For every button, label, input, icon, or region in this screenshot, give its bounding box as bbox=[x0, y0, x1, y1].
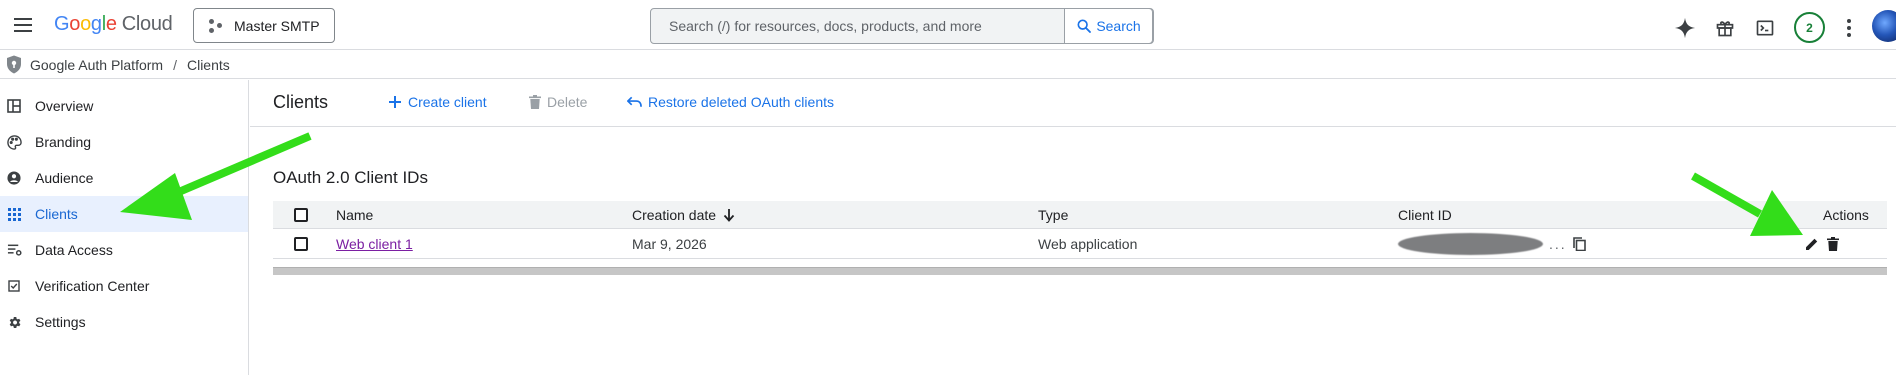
breadcrumb: Google Auth Platform / Clients bbox=[0, 51, 1896, 79]
logo-letter: G bbox=[54, 13, 70, 35]
table-header: Name Creation date Type Client ID Action… bbox=[273, 201, 1887, 229]
shield-icon bbox=[7, 55, 21, 74]
logo-cloud-text: Cloud bbox=[121, 13, 173, 35]
delete-button[interactable]: Delete bbox=[529, 94, 587, 110]
copy-icon[interactable] bbox=[1572, 236, 1586, 251]
page-title: Clients bbox=[273, 92, 329, 112]
person-icon bbox=[6, 170, 22, 186]
avatar[interactable] bbox=[1872, 10, 1896, 42]
notifications-badge[interactable]: 2 bbox=[1794, 12, 1825, 43]
apps-icon bbox=[6, 206, 22, 222]
column-header-actions: Actions bbox=[1823, 206, 1869, 223]
palette-icon bbox=[6, 134, 22, 150]
table-row: Web client 1 Mar 9, 2026 Web application… bbox=[273, 229, 1887, 259]
breadcrumb-separator: / bbox=[173, 56, 177, 73]
top-bar: GoogleCloud Master SMTP Search 2 bbox=[0, 0, 1896, 50]
breadcrumb-root[interactable]: Google Auth Platform bbox=[30, 57, 163, 73]
logo-letter: e bbox=[105, 13, 117, 35]
section-title: OAuth 2.0 Client IDs bbox=[273, 168, 428, 187]
logo-letter: o bbox=[69, 13, 81, 35]
data-access-icon bbox=[6, 242, 22, 258]
row-checkbox[interactable] bbox=[294, 236, 308, 251]
trash-icon[interactable] bbox=[1827, 236, 1839, 251]
sidebar-item-label: Verification Center bbox=[35, 278, 150, 294]
sidebar-item-branding[interactable]: Branding bbox=[0, 124, 248, 160]
client-name-cell: Web client 1 bbox=[336, 229, 413, 258]
row-select-cell bbox=[294, 229, 308, 258]
search-button-label: Search bbox=[1096, 18, 1141, 34]
logo-letter: o bbox=[80, 13, 91, 35]
sidebar: Overview Branding Audience Clients Data … bbox=[0, 80, 249, 375]
search-icon bbox=[1077, 19, 1092, 33]
clients-table: Name Creation date Type Client ID Action… bbox=[273, 201, 1887, 259]
gear-icon bbox=[6, 314, 22, 330]
client-id-cell: ... bbox=[1398, 229, 1586, 258]
horizontal-scrollbar[interactable] bbox=[273, 267, 1887, 275]
restore-deleted-clients-button[interactable]: Restore deleted OAuth clients bbox=[627, 94, 834, 110]
creation-date-cell: Mar 9, 2026 bbox=[632, 235, 707, 252]
gemini-sparkle-icon[interactable] bbox=[1672, 15, 1698, 41]
sidebar-item-label: Audience bbox=[35, 170, 94, 186]
undo-icon bbox=[627, 96, 642, 107]
column-header-label: Creation date bbox=[632, 206, 717, 223]
sidebar-item-verification-center[interactable]: Verification Center bbox=[0, 268, 248, 304]
project-name: Master SMTP bbox=[234, 17, 320, 34]
sidebar-item-overview[interactable]: Overview bbox=[0, 88, 248, 124]
arrow-down-icon bbox=[723, 208, 735, 222]
project-picker-button[interactable]: Master SMTP bbox=[193, 8, 335, 43]
verified-icon bbox=[6, 278, 22, 294]
edit-icon[interactable] bbox=[1805, 237, 1819, 251]
gift-icon[interactable] bbox=[1712, 15, 1738, 41]
cloud-shell-icon[interactable] bbox=[1752, 15, 1778, 41]
column-header-type[interactable]: Type bbox=[1038, 201, 1068, 228]
sidebar-item-settings[interactable]: Settings bbox=[0, 304, 248, 340]
redacted-client-id bbox=[1398, 232, 1543, 255]
restore-label: Restore deleted OAuth clients bbox=[648, 94, 834, 110]
column-header-creation-date[interactable]: Creation date bbox=[632, 201, 735, 228]
select-all-cell bbox=[294, 201, 308, 228]
sidebar-item-audience[interactable]: Audience bbox=[0, 160, 248, 196]
sidebar-item-label: Overview bbox=[35, 98, 94, 114]
main-content: Clients Create client Delete Restore del… bbox=[250, 80, 1896, 375]
select-all-checkbox[interactable] bbox=[294, 207, 308, 222]
client-name-link[interactable]: Web client 1 bbox=[336, 236, 413, 252]
create-client-button[interactable]: Create client bbox=[388, 94, 487, 110]
menu-icon[interactable] bbox=[8, 10, 38, 40]
sidebar-item-label: Branding bbox=[35, 134, 92, 150]
column-header-name[interactable]: Name bbox=[336, 201, 373, 228]
sidebar-item-label: Settings bbox=[35, 314, 86, 330]
column-header-client-id[interactable]: Client ID bbox=[1398, 201, 1452, 228]
google-cloud-logo[interactable]: Google Cloud bbox=[54, 13, 173, 36]
type-cell: Web application bbox=[1038, 235, 1138, 252]
more-vert-icon[interactable] bbox=[1839, 15, 1859, 41]
top-actions: 2 bbox=[1672, 12, 1873, 43]
dashboard-icon bbox=[6, 98, 22, 114]
breadcrumb-current: Clients bbox=[186, 56, 230, 73]
trash-icon bbox=[529, 95, 541, 109]
project-icon bbox=[208, 18, 224, 34]
sidebar-item-clients[interactable]: Clients bbox=[0, 196, 248, 232]
logo-letter: g bbox=[90, 13, 102, 35]
sidebar-item-label: Clients bbox=[35, 206, 78, 222]
sidebar-item-label: Data Access bbox=[35, 242, 113, 258]
row-actions-cell bbox=[1805, 229, 1839, 258]
delete-label: Delete bbox=[547, 94, 588, 110]
client-id-ellipsis: ... bbox=[1549, 235, 1567, 252]
create-client-label: Create client bbox=[408, 94, 487, 110]
toolbar: Clients Create client Delete Restore del… bbox=[250, 80, 1896, 127]
search-bar: Search bbox=[650, 8, 1154, 44]
search-button[interactable]: Search bbox=[1064, 8, 1153, 44]
sidebar-item-data-access[interactable]: Data Access bbox=[0, 232, 248, 268]
plus-icon bbox=[389, 96, 401, 108]
